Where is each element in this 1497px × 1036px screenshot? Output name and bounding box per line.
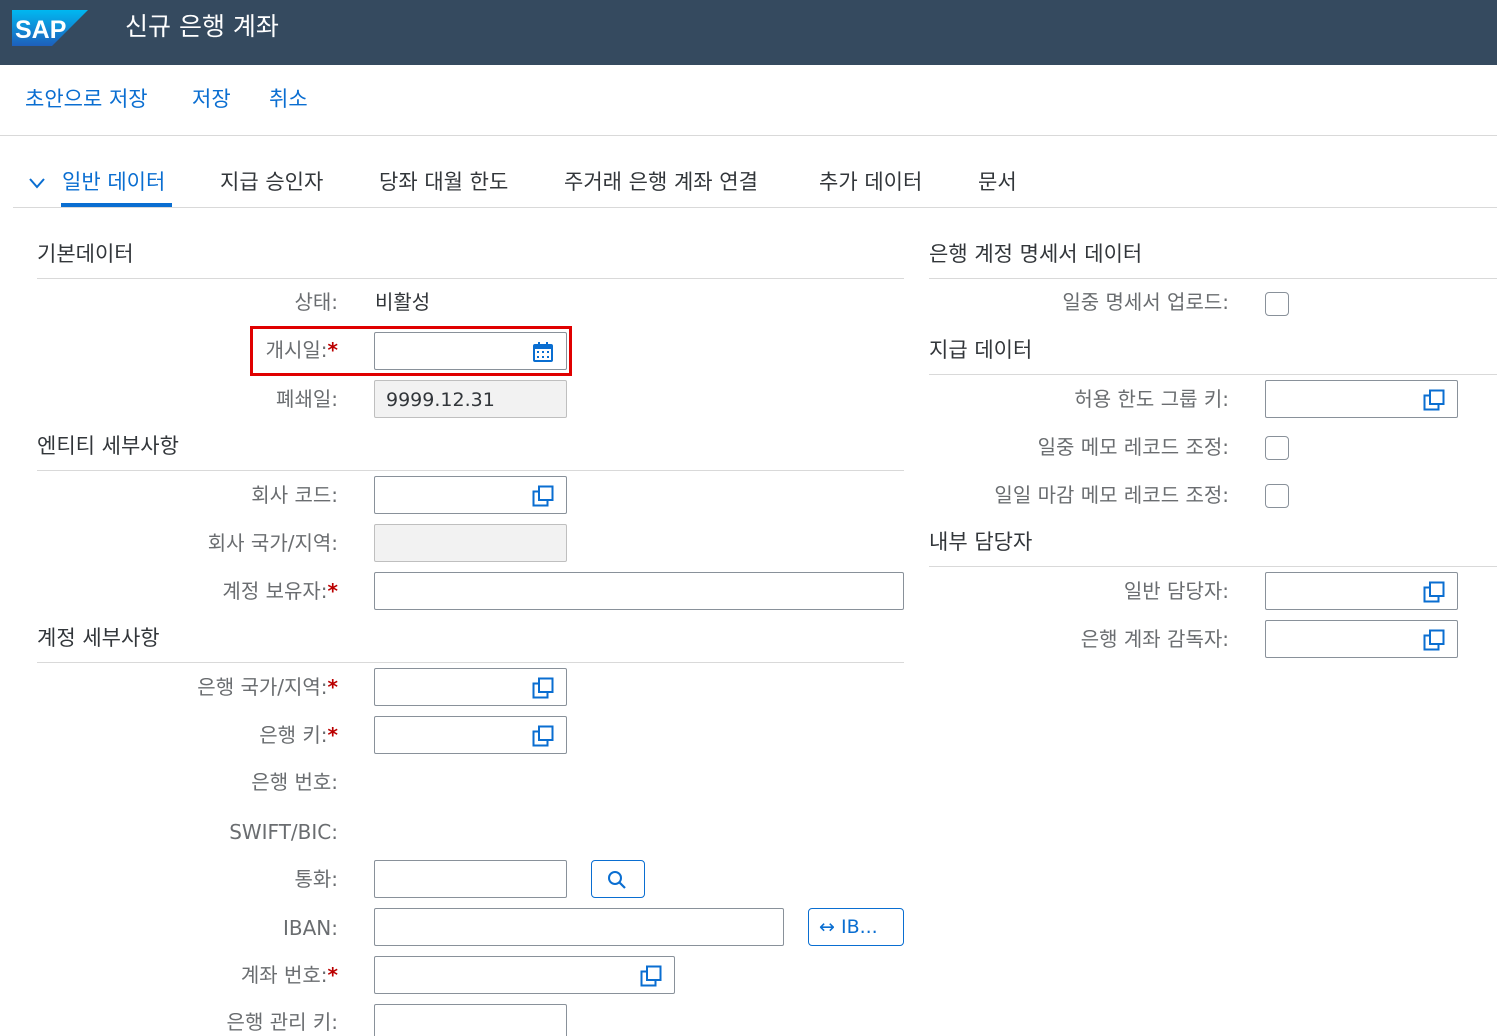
bank-country-label: 은행 국가/지역:* bbox=[197, 675, 338, 699]
section-entity-title: 엔티티 세부사항 bbox=[37, 434, 179, 458]
tolerance-group-label: 허용 한도 그룹 키: bbox=[1074, 387, 1229, 411]
chevron-down-icon[interactable] bbox=[28, 176, 46, 190]
company-code-input[interactable] bbox=[374, 476, 567, 514]
company-country-field bbox=[374, 524, 567, 562]
currency-search-button[interactable] bbox=[591, 860, 645, 898]
save-draft-button[interactable]: 초안으로 저장 bbox=[25, 85, 148, 113]
value-help-icon[interactable] bbox=[1423, 629, 1445, 651]
tab-overdraft-limits[interactable]: 당좌 대월 한도 bbox=[379, 168, 508, 196]
tolerance-group-input[interactable] bbox=[1265, 380, 1458, 418]
tab-payment-approvers[interactable]: 지급 승인자 bbox=[220, 168, 323, 196]
tab-general-data[interactable]: 일반 데이터 bbox=[62, 168, 165, 196]
search-icon bbox=[608, 871, 626, 889]
intraday-memo-label: 일중 메모 레코드 조정: bbox=[1037, 435, 1229, 459]
section-internal-title: 내부 담당자 bbox=[929, 530, 1033, 554]
tab-documents[interactable]: 문서 bbox=[978, 168, 1017, 196]
active-tab-indicator bbox=[61, 203, 172, 207]
value-help-icon[interactable] bbox=[532, 725, 554, 747]
close-date-label: 폐쇄일: bbox=[276, 387, 338, 411]
intraday-upload-label: 일중 명세서 업로드: bbox=[1062, 290, 1229, 314]
account-number-input[interactable] bbox=[374, 956, 675, 994]
divider bbox=[37, 662, 904, 663]
value-help-icon[interactable] bbox=[532, 485, 554, 507]
svg-text:SAP: SAP bbox=[15, 16, 66, 44]
section-statement-title: 은행 계정 명세서 데이터 bbox=[929, 242, 1143, 266]
shell-bar: SAP 신규 은행 계좌 bbox=[0, 0, 1497, 65]
intraday-upload-checkbox[interactable] bbox=[1265, 292, 1289, 316]
divider bbox=[929, 374, 1497, 375]
bank-country-input[interactable] bbox=[374, 668, 567, 706]
tab-house-bank-links[interactable]: 주거래 은행 계좌 연결 bbox=[564, 168, 758, 196]
divider bbox=[929, 278, 1497, 279]
bank-control-key-input[interactable] bbox=[374, 1004, 567, 1036]
divider bbox=[929, 566, 1497, 567]
intraday-memo-checkbox[interactable] bbox=[1265, 436, 1289, 460]
tab-bar: 일반 데이터 지급 승인자 당좌 대월 한도 주거래 은행 계좌 연결 추가 데… bbox=[13, 136, 1497, 208]
save-button[interactable]: 저장 bbox=[192, 85, 231, 113]
bank-control-key-label: 은행 관리 키: bbox=[226, 1010, 338, 1034]
iban-button[interactable]: ↔ IB... bbox=[808, 908, 904, 946]
supervisor-input[interactable] bbox=[1265, 620, 1458, 658]
value-help-icon[interactable] bbox=[1423, 389, 1445, 411]
cancel-button[interactable]: 취소 bbox=[269, 85, 308, 113]
close-date-field: 9999.12.31 bbox=[374, 380, 567, 418]
section-basic-data-title: 기본데이터 bbox=[37, 242, 134, 266]
tab-additional-data[interactable]: 추가 데이터 bbox=[819, 168, 922, 196]
general-contact-input[interactable] bbox=[1265, 572, 1458, 610]
account-holder-input[interactable] bbox=[374, 572, 904, 610]
divider bbox=[37, 278, 904, 279]
currency-label: 통화: bbox=[294, 867, 338, 891]
highlight-box bbox=[250, 326, 572, 376]
company-code-label: 회사 코드: bbox=[251, 483, 338, 507]
bank-key-input[interactable] bbox=[374, 716, 567, 754]
iban-button-label: ↔ IB... bbox=[819, 916, 878, 938]
daily-memo-checkbox[interactable] bbox=[1265, 484, 1289, 508]
status-label: 상태: bbox=[294, 290, 338, 314]
account-holder-label: 계정 보유자:* bbox=[222, 579, 338, 603]
close-date-value: 9999.12.31 bbox=[386, 389, 495, 411]
currency-input[interactable] bbox=[374, 860, 567, 898]
iban-label: IBAN: bbox=[283, 916, 338, 940]
app-title: 신규 은행 계좌 bbox=[125, 12, 279, 41]
bank-number-label: 은행 번호: bbox=[251, 770, 338, 794]
status-value: 비활성 bbox=[375, 290, 431, 314]
section-payment-title: 지급 데이터 bbox=[929, 338, 1033, 362]
iban-input[interactable] bbox=[374, 908, 784, 946]
swift-label: SWIFT/BIC: bbox=[229, 820, 338, 844]
daily-memo-label: 일일 마감 메모 레코드 조정: bbox=[994, 483, 1229, 507]
supervisor-label: 은행 계좌 감독자: bbox=[1080, 627, 1229, 651]
bank-key-label: 은행 키:* bbox=[259, 723, 338, 747]
divider bbox=[37, 470, 904, 471]
value-help-icon[interactable] bbox=[1423, 581, 1445, 603]
value-help-icon[interactable] bbox=[532, 677, 554, 699]
value-help-icon[interactable] bbox=[640, 965, 662, 987]
section-account-title: 계정 세부사항 bbox=[37, 626, 160, 650]
sap-logo[interactable]: SAP bbox=[12, 10, 88, 46]
toolbar: 초안으로 저장 저장 취소 bbox=[0, 65, 1497, 136]
general-contact-label: 일반 담당자: bbox=[1123, 579, 1229, 603]
account-number-label: 계좌 번호:* bbox=[240, 963, 338, 987]
company-country-label: 회사 국가/지역: bbox=[207, 531, 338, 555]
